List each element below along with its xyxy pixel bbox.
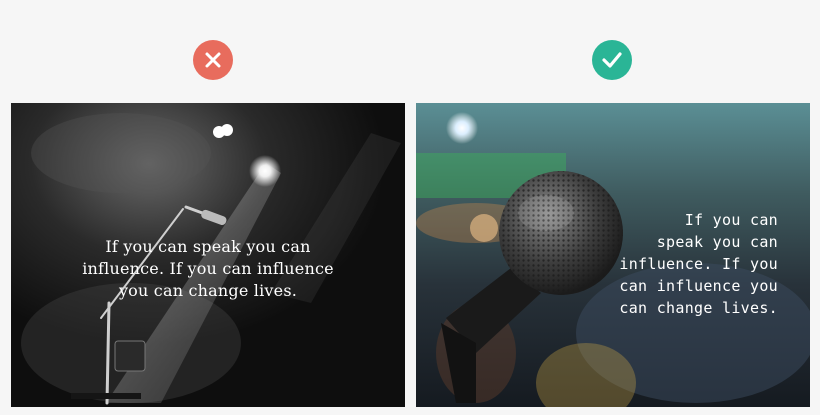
quote-line: influence. If you can influence [82, 259, 334, 278]
quote-line: speak you can [656, 233, 778, 251]
bad-example-image: If you can speak you can influence. If y… [11, 103, 405, 407]
check-icon [602, 52, 622, 68]
good-quote-text: If you can speak you can influence. If y… [558, 209, 778, 319]
quote-line: If you can [684, 211, 778, 229]
quote-line: If you can speak you can [105, 237, 311, 256]
quote-line: you can change lives. [118, 281, 298, 300]
good-example-badge [592, 40, 632, 80]
quote-line: influence. If you [619, 255, 778, 273]
bad-quote-text: If you can speak you can influence. If y… [11, 236, 405, 302]
good-example-image: If you can speak you can influence. If y… [416, 103, 810, 407]
bad-example-badge [193, 40, 233, 80]
quote-line: can influence you [619, 277, 778, 295]
quote-line: can change lives. [619, 299, 778, 317]
x-icon [205, 52, 221, 68]
